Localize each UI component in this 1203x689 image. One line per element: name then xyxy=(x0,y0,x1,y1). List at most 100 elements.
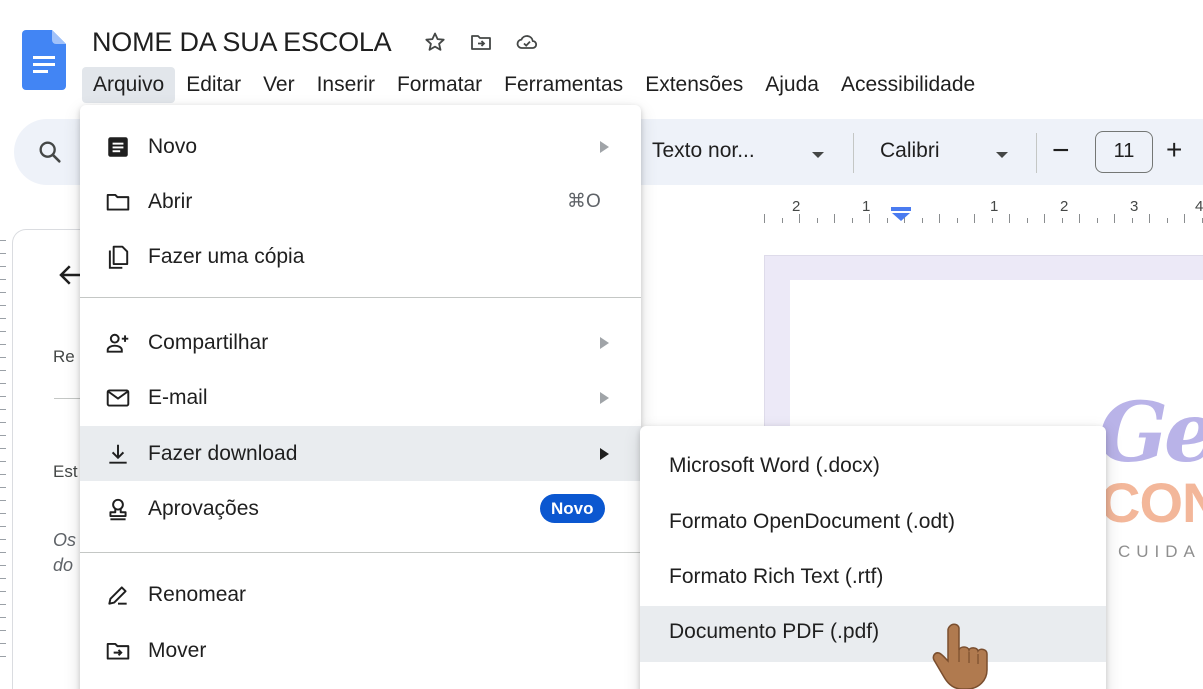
approval-icon xyxy=(104,495,132,523)
download-option-label: Microsoft Word (.docx) xyxy=(669,454,880,477)
increase-font-size-button[interactable]: + xyxy=(1166,132,1182,168)
ruler-tick xyxy=(921,218,923,223)
ruler-tick xyxy=(974,214,975,223)
copy-icon xyxy=(104,243,132,271)
docs-logo-icon[interactable] xyxy=(22,30,66,90)
vertical-ruler xyxy=(0,240,12,660)
ruler-label: 2 xyxy=(792,198,801,215)
ruler-label: 1 xyxy=(990,198,999,215)
ruler-tick xyxy=(956,218,958,223)
file-menu-item-mover[interactable]: Mover xyxy=(80,623,641,678)
hand-cursor-icon xyxy=(926,622,996,689)
file-menu-label: Abrir xyxy=(148,189,193,213)
submenu-arrow-icon xyxy=(600,447,609,460)
file-menu-label: Fazer download xyxy=(148,441,298,465)
file-menu-item-novo[interactable]: Novo xyxy=(80,119,641,174)
download-option-docx[interactable]: Microsoft Word (.docx) xyxy=(640,440,1106,496)
ruler-tick xyxy=(1061,218,1063,223)
file-menu-item-fazer-download[interactable]: Fazer download xyxy=(80,426,641,481)
indent-marker-icon[interactable] xyxy=(890,207,912,221)
ruler-tick xyxy=(1201,218,1203,223)
search-menus-icon[interactable] xyxy=(36,138,64,166)
menu-formatar[interactable]: Formatar xyxy=(386,67,493,103)
ruler-tick xyxy=(869,214,870,223)
ruler-tick xyxy=(781,218,783,223)
file-menu-label: Renomear xyxy=(148,582,247,606)
menu-inserir[interactable]: Inserir xyxy=(306,67,386,103)
ruler-label: 1 xyxy=(862,198,871,215)
page-logo-line-1: Ger xyxy=(1098,385,1203,481)
chevron-down-icon[interactable] xyxy=(812,152,824,158)
file-menu-item-abrir[interactable]: Abrir ⌘O xyxy=(80,174,641,229)
ruler-tick xyxy=(851,218,853,223)
ruler-label: 3 xyxy=(1130,198,1139,215)
menu-divider xyxy=(80,552,641,553)
file-menu-label: Compartilhar xyxy=(148,330,269,354)
download-option-odt[interactable]: Formato OpenDocument (.odt) xyxy=(640,496,1106,552)
person-add-icon xyxy=(104,329,132,357)
ruler-tick xyxy=(1114,214,1115,223)
chevron-down-icon[interactable] xyxy=(996,152,1008,158)
toolbar-divider xyxy=(1036,133,1037,173)
ruler-tick xyxy=(834,214,835,223)
file-menu-label: Fazer uma cópia xyxy=(148,244,305,268)
ruler-tick xyxy=(1079,214,1080,223)
ruler-tick xyxy=(1044,214,1045,223)
paragraph-style-dropdown[interactable]: Texto nor... xyxy=(652,139,755,163)
submenu-arrow-icon xyxy=(600,391,609,404)
ruler-tick xyxy=(1096,218,1098,223)
file-menu-label: Aprovações xyxy=(148,496,259,520)
folder-icon xyxy=(104,188,132,216)
mail-icon xyxy=(104,384,132,412)
file-menu-item-email[interactable]: E-mail xyxy=(80,370,641,425)
menu-editar[interactable]: Editar xyxy=(175,67,252,103)
file-menu-label: Mover xyxy=(148,638,207,662)
file-menu-item-compartilhar[interactable]: Compartilhar xyxy=(80,315,641,370)
ruler-label: 2 xyxy=(1060,198,1069,215)
move-folder-icon xyxy=(104,637,132,665)
ruler-tick xyxy=(1131,218,1133,223)
ruler-tick xyxy=(816,218,818,223)
submenu-arrow-icon xyxy=(600,336,609,349)
menu-arquivo[interactable]: Arquivo xyxy=(82,67,176,103)
font-dropdown[interactable]: Calibri xyxy=(880,139,940,163)
horizontal-ruler[interactable]: 2 1 1 2 3 4 xyxy=(640,195,1203,229)
menu-ver[interactable]: Ver xyxy=(252,67,306,103)
ruler-label: 4 xyxy=(1195,198,1203,215)
font-size-input[interactable]: 11 xyxy=(1095,131,1153,173)
download-option-pdf[interactable]: Documento PDF (.pdf) xyxy=(640,606,1106,662)
file-menu-item-fazer-copia[interactable]: Fazer uma cópia xyxy=(80,229,641,284)
menu-ajuda[interactable]: Ajuda xyxy=(754,67,830,103)
download-option-label: Formato OpenDocument (.odt) xyxy=(669,510,955,533)
file-menu-item-renomear[interactable]: Renomear xyxy=(80,567,641,622)
outline-heading-label: Est xyxy=(53,462,78,481)
download-option-rtf[interactable]: Formato Rich Text (.rtf) xyxy=(640,551,1106,607)
menu-bar: Arquivo Editar Ver Inserir Formatar Ferr… xyxy=(82,66,986,104)
star-icon[interactable] xyxy=(420,27,450,57)
menu-ferramentas[interactable]: Ferramentas xyxy=(493,67,634,103)
menu-acessibilidade[interactable]: Acessibilidade xyxy=(830,67,986,103)
shortcut-label: ⌘O xyxy=(567,191,601,212)
submenu-arrow-icon xyxy=(600,140,609,153)
decrease-font-size-button[interactable]: − xyxy=(1052,133,1070,169)
ruler-tick xyxy=(939,214,940,223)
menu-extensoes[interactable]: Extensões xyxy=(634,67,754,103)
move-to-folder-icon[interactable] xyxy=(466,27,496,57)
toolbar-divider xyxy=(853,133,854,173)
page-logo-line-2: CON xyxy=(1100,471,1203,534)
outline-summary-label: Re xyxy=(53,347,75,366)
ruler-tick xyxy=(764,214,765,223)
download-option-label: Documento PDF (.pdf) xyxy=(669,620,880,643)
ruler-tick xyxy=(799,214,800,223)
download-option-label: Formato Rich Text (.rtf) xyxy=(669,565,884,588)
file-menu-label: E-mail xyxy=(148,385,208,409)
file-menu-item-aprovacoes[interactable]: Aprovações Novo xyxy=(80,481,641,536)
ruler-tick xyxy=(1009,214,1010,223)
document-title[interactable]: NOME DA SUA ESCOLA xyxy=(92,27,392,58)
ruler-tick xyxy=(1026,218,1028,223)
menu-divider xyxy=(80,297,641,298)
cloud-saved-icon[interactable] xyxy=(512,27,542,57)
document-icon xyxy=(104,133,132,161)
ruler-tick xyxy=(1166,218,1168,223)
ruler-tick xyxy=(1149,214,1150,223)
